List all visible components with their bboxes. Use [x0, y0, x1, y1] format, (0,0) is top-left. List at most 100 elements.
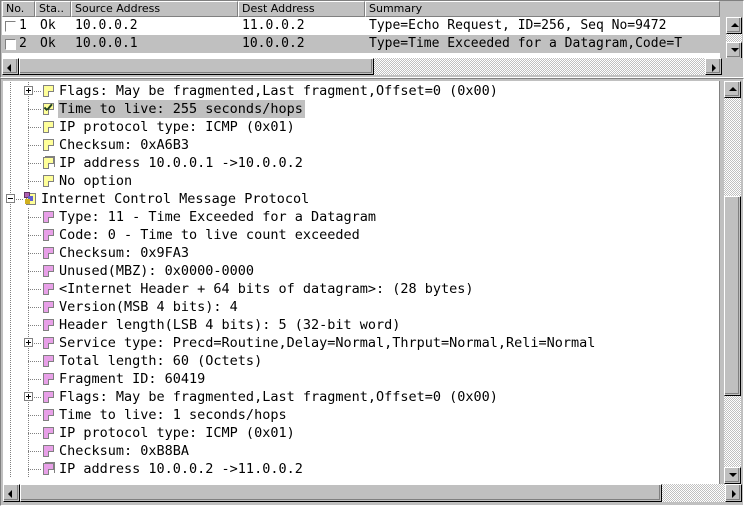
tree-hook-line — [28, 253, 42, 254]
tree-hook-line — [28, 289, 42, 290]
tree-hook-line — [28, 217, 42, 218]
tree-node-label: IP address 10.0.0.2 ->11.0.0.2 — [59, 461, 303, 477]
scroll-right-button[interactable] — [705, 58, 722, 75]
tree-hook-line — [28, 145, 42, 146]
tree-collapse-icon[interactable] — [6, 194, 15, 203]
tree-hook-line — [28, 469, 42, 470]
tree-guide-line — [10, 298, 11, 316]
arrow-left-icon — [8, 490, 12, 498]
packet-list-scroll-track[interactable] — [726, 34, 742, 42]
tree-node[interactable]: No option — [3, 172, 719, 190]
packet-list-hscroll-thumb[interactable] — [19, 58, 374, 75]
tree-node-label: Header length(LSB 4 bits): 5 (32-bit wor… — [59, 317, 401, 333]
tree-node[interactable]: Checksum: 0xB8BA — [3, 442, 719, 460]
packet-row[interactable]: 1 Ok 10.0.0.2 11.0.0.2 Type=Echo Request, ID… — [2, 17, 720, 35]
tree-node[interactable]: IP protocol type: ICMP (0x01) — [3, 118, 719, 136]
tree-node[interactable]: Internet Control Message Protocol — [3, 190, 719, 208]
scroll-up-button[interactable] — [726, 17, 742, 34]
tree-node-label: Flags: May be fragmented,Last fragment,O… — [59, 389, 498, 405]
tree-node[interactable]: Version(MSB 4 bits): 4 — [3, 298, 719, 316]
tree-node[interactable]: Flags: May be fragmented,Last fragment,O… — [3, 388, 719, 406]
tree-guide-line — [10, 136, 11, 154]
column-header-no[interactable]: No. — [2, 1, 35, 17]
tree-node[interactable]: Checksum: 0xA6B3 — [3, 136, 719, 154]
column-header-summary[interactable]: Summary — [365, 1, 720, 17]
tree-scroll-right-button[interactable] — [725, 484, 742, 502]
tree-node[interactable]: Time to live: 1 seconds/hops — [3, 406, 719, 424]
column-header-status[interactable]: Sta.. — [35, 1, 71, 17]
tree-indent — [3, 244, 42, 262]
tree-guide-line — [10, 406, 11, 424]
tree-hook-line — [28, 271, 42, 272]
tree-indent — [3, 208, 42, 226]
packet-list-vertical-scrollbar[interactable] — [726, 17, 742, 59]
tree-node[interactable]: Header length(LSB 4 bits): 5 (32-bit wor… — [3, 316, 719, 334]
page-icon — [42, 174, 56, 188]
tree-node[interactable]: IP address 10.0.0.1 ->10.0.0.2 — [3, 154, 719, 172]
packet-source-cell: 10.0.0.2 — [75, 18, 138, 33]
tree-node[interactable]: IP protocol type: ICMP (0x01) — [3, 424, 719, 442]
tree-hscroll-thumb[interactable] — [20, 484, 662, 502]
page-icon — [42, 354, 56, 368]
packet-row[interactable]: 2 Ok 10.0.0.1 10.0.0.2 Type=Time Exceeded fo… — [2, 35, 720, 53]
packet-list-horizontal-scrollbar[interactable] — [2, 58, 743, 76]
tree-guide-line — [10, 100, 11, 118]
scroll-down-button[interactable] — [726, 42, 742, 59]
tree-hook-line — [28, 361, 42, 362]
column-header-dest-address[interactable]: Dest Address — [238, 1, 365, 17]
tree-guide-line — [10, 262, 11, 280]
tree-indent — [3, 316, 42, 334]
tree-indent — [3, 334, 42, 352]
tree-hook-line — [28, 127, 42, 128]
page-icon — [42, 372, 56, 386]
tree-node-label: Total length: 60 (Octets) — [59, 353, 263, 369]
tree-node[interactable]: Checksum: 0x9FA3 — [3, 244, 719, 262]
scrollbar-corner — [722, 58, 743, 75]
tree-node[interactable]: Code: 0 - Time to live count exceeded — [3, 226, 719, 244]
tree-expand-icon[interactable] — [24, 86, 33, 95]
tree-node[interactable]: IP address 10.0.0.2 ->11.0.0.2 — [3, 460, 719, 478]
tree-guide-line — [10, 442, 11, 460]
packet-no-label: 2 — [19, 36, 27, 51]
detail-tree-vertical-scrollbar[interactable] — [724, 81, 741, 484]
tree-expand-icon[interactable] — [24, 392, 33, 401]
tree-node[interactable]: Time to live: 255 seconds/hops — [3, 100, 719, 118]
tree-scroll-down-button[interactable] — [724, 467, 741, 484]
tree-node-label: Time to live: 1 seconds/hops — [59, 407, 287, 423]
scroll-left-button[interactable] — [2, 58, 19, 75]
tree-vscroll-thumb[interactable] — [724, 196, 741, 396]
tree-guide-line — [10, 208, 11, 226]
tree-node-label: No option — [59, 173, 133, 189]
tree-node[interactable]: <Internet Header + 64 bits of datagram>:… — [3, 280, 719, 298]
tree-hook-line — [28, 109, 42, 110]
tree-indent — [3, 100, 42, 118]
tree-node[interactable]: Flags: May be fragmented,Last fragment,O… — [3, 82, 719, 100]
tree-node-label: IP protocol type: ICMP (0x01) — [59, 425, 295, 441]
tree-node[interactable]: Type: 11 - Time Exceeded for a Datagram — [3, 208, 719, 226]
tree-hook-line — [28, 433, 42, 434]
detail-tree-horizontal-scrollbar[interactable] — [3, 484, 742, 502]
tree-indent — [3, 370, 42, 388]
tree-node[interactable]: Fragment ID: 60419 — [3, 370, 719, 388]
page-icon — [42, 138, 56, 152]
page-icon — [42, 300, 56, 314]
column-header-source-address[interactable]: Source Address — [71, 1, 238, 17]
tree-node[interactable]: Unused(MBZ): 0x0000-0000 — [3, 262, 719, 280]
tree-node[interactable]: Total length: 60 (Octets) — [3, 352, 719, 370]
page-icon — [42, 84, 56, 98]
packet-select-checkbox[interactable] — [5, 38, 16, 50]
tree-scroll-up-button[interactable] — [724, 81, 741, 98]
tree-hook-line — [28, 379, 42, 380]
tree-indent — [3, 388, 42, 406]
tree-node-label: Checksum: 0x9FA3 — [59, 245, 190, 261]
packet-no-label: 1 — [19, 18, 27, 33]
page-icon — [42, 282, 56, 296]
tree-guide-line — [10, 82, 11, 100]
tree-hook-line — [28, 307, 42, 308]
tree-expand-icon[interactable] — [24, 338, 33, 347]
tree-scroll-left-button[interactable] — [3, 484, 20, 502]
tree-node[interactable]: Service type: Precd=Routine,Delay=Normal… — [3, 334, 719, 352]
tree-guide-line — [10, 154, 11, 172]
check-icon — [44, 104, 53, 113]
packet-select-checkbox[interactable] — [5, 20, 16, 32]
